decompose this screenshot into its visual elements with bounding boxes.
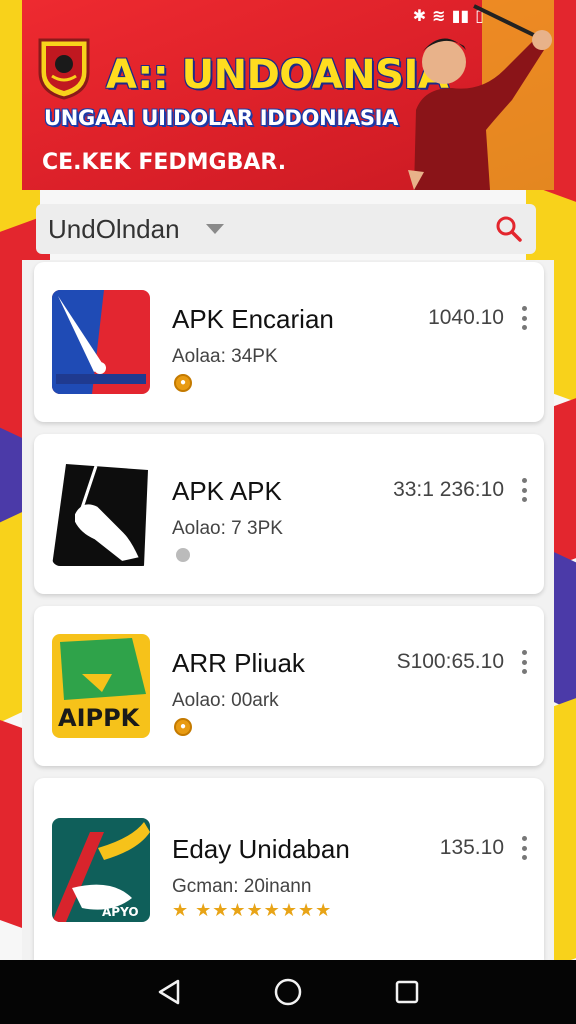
search-bar[interactable]: UndOlndan xyxy=(36,204,536,254)
list-item[interactable]: APYO Eday Unidaban Gcman: 20inann ★ ★★★★… xyxy=(34,778,544,960)
app-icon-hand xyxy=(52,462,150,566)
emblem-logo xyxy=(38,38,90,100)
app-meta: Aolao: 00ark xyxy=(172,690,279,711)
system-nav-bar xyxy=(0,960,576,1024)
app-version: 33:1 236:10 xyxy=(393,478,504,501)
app-icon-pliuak: AIPPK xyxy=(52,634,150,738)
coin-badge-icon: ● xyxy=(174,374,192,392)
coin-badge-icon: ● xyxy=(174,718,192,736)
list-item[interactable]: APK APK Aolao: 7 3PK 33:1 236:10 xyxy=(34,434,544,594)
home-icon[interactable] xyxy=(271,975,305,1009)
list-item[interactable]: APK Encarian Aolaa: 34PK ● 1040.10 xyxy=(34,262,544,422)
more-vert-icon[interactable] xyxy=(520,836,528,860)
person-illustration xyxy=(408,0,554,190)
app-meta: Aolao: 7 3PK xyxy=(172,518,283,539)
shield-badge-icon xyxy=(176,548,190,562)
more-vert-icon[interactable] xyxy=(520,478,528,502)
recents-icon[interactable] xyxy=(390,975,424,1009)
banner-subtitle: UNGAAI UIIDOLAR IDDONIASIA xyxy=(44,106,399,130)
svg-text:APYO: APYO xyxy=(102,905,139,919)
search-icon[interactable] xyxy=(494,214,524,244)
more-vert-icon[interactable] xyxy=(520,650,528,674)
app-meta: Aolaa: 34PK xyxy=(172,346,278,367)
app-name: ARR Pliuak xyxy=(172,648,305,678)
search-dropdown-value[interactable]: UndOlndan xyxy=(48,214,180,245)
app-name: APK Encarian xyxy=(172,304,334,334)
app-name: APK APK xyxy=(172,476,282,506)
app-version: 135.10 xyxy=(439,836,504,859)
app-meta: Gcman: 20inann xyxy=(172,876,312,897)
more-vert-icon[interactable] xyxy=(520,306,528,330)
svg-text:AIPPK: AIPPK xyxy=(58,704,141,732)
app-icon-unidaban: APYO xyxy=(52,818,150,922)
app-version: S100:65.10 xyxy=(396,650,504,673)
promo-banner[interactable]: ✱ ≋ ▮▮ ▯ A:: UNDOANSIA UNGAAI UIIDOLAR I… xyxy=(22,0,554,190)
rating-stars-icon: ★ ★★★★★★★★ xyxy=(172,900,333,920)
app-icon-encarian xyxy=(52,290,150,394)
chevron-down-icon[interactable] xyxy=(205,224,224,234)
list-item[interactable]: AIPPK ARR Pliuak Aolao: 00ark ● S100:65.… xyxy=(34,606,544,766)
app-version: 1040.10 xyxy=(428,306,504,329)
back-icon[interactable] xyxy=(152,975,186,1009)
banner-cta[interactable]: CE.KEK FEDMGBAR. xyxy=(42,150,286,175)
app-name: Eday Unidaban xyxy=(172,834,350,864)
